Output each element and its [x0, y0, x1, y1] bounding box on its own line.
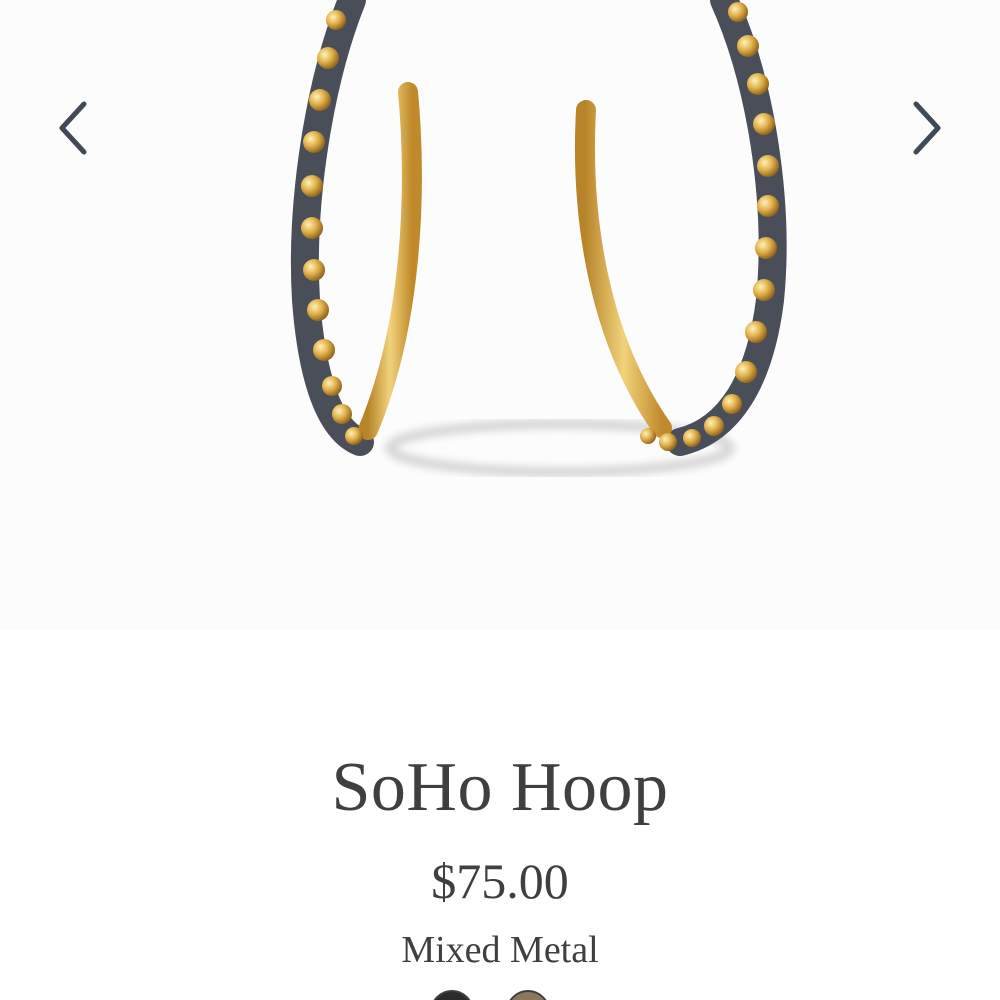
chevron-right-icon: [913, 101, 941, 155]
product-image: [290, 0, 787, 477]
product-title: SoHo Hoop: [331, 749, 669, 826]
swatch-option[interactable]: [506, 990, 550, 1000]
chevron-left-icon: [59, 101, 87, 155]
color-swatches: [0, 990, 1000, 1000]
product-price: $75.00: [431, 853, 569, 909]
swatch-option[interactable]: [430, 990, 474, 1000]
next-image-button[interactable]: [894, 96, 958, 160]
selected-variant-label: Mixed Metal: [401, 929, 599, 971]
previous-image-button[interactable]: [42, 96, 106, 160]
product-image-gallery: [0, 0, 1000, 630]
